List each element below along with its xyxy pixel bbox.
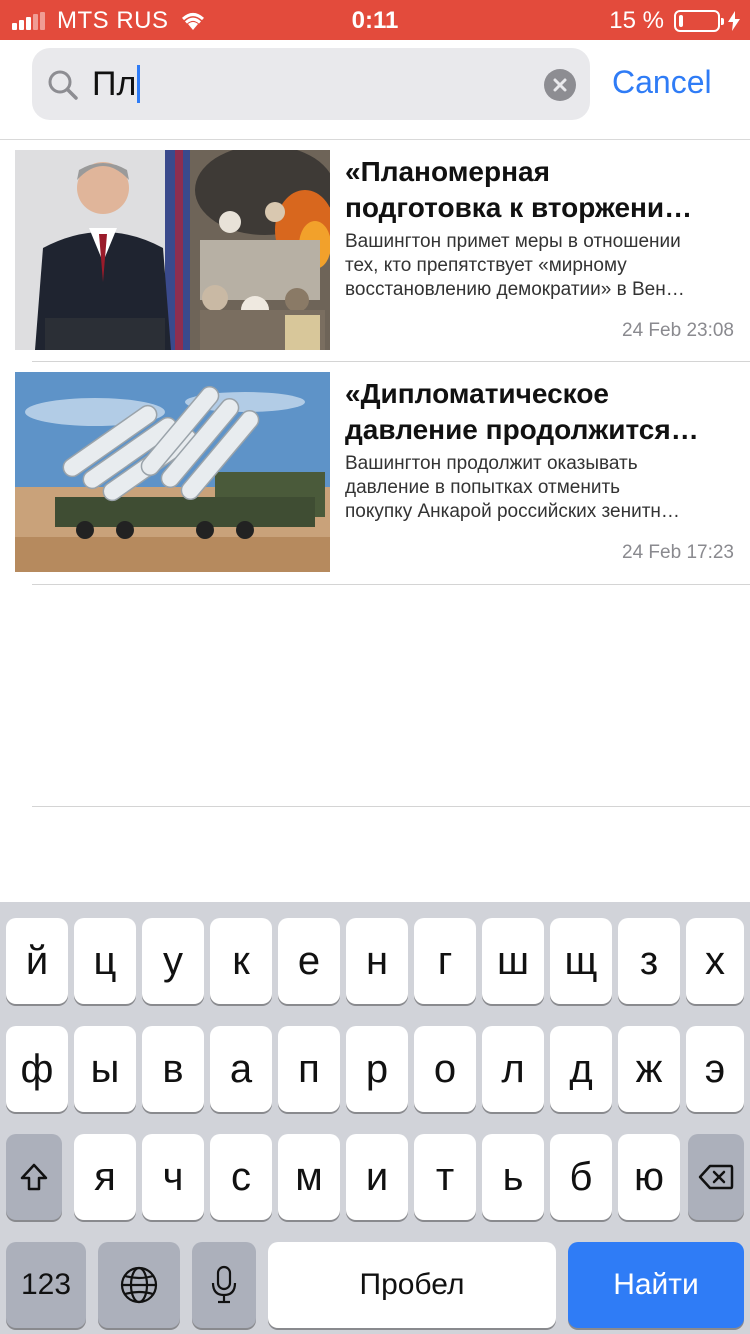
space-key[interactable]: Пробел — [268, 1242, 556, 1328]
key-л[interactable]: л — [482, 1026, 544, 1112]
key-у[interactable]: у — [142, 918, 204, 1004]
news-timestamp: 24 Feb 17:23 — [622, 542, 734, 563]
key-ш[interactable]: ш — [482, 918, 544, 1004]
key-м[interactable]: м — [278, 1134, 340, 1220]
key-к[interactable]: к — [210, 918, 272, 1004]
key-а[interactable]: а — [210, 1026, 272, 1112]
news-description: Вашингтон продолжит оказывать давление в… — [345, 452, 737, 524]
key-я[interactable]: я — [74, 1134, 136, 1220]
news-description-line: восстановлению демократии» в Вен… — [345, 279, 685, 300]
key-ы[interactable]: ы — [74, 1026, 136, 1112]
key-б[interactable]: б — [550, 1134, 612, 1220]
backspace-key[interactable] — [688, 1134, 744, 1220]
key-ь[interactable]: ь — [482, 1134, 544, 1220]
clear-icon — [553, 78, 567, 92]
search-query: Пл — [92, 64, 141, 104]
news-timestamp: 24 Feb 23:08 — [622, 320, 734, 341]
key-э[interactable]: э — [686, 1026, 744, 1112]
search-icon — [48, 70, 78, 100]
news-item[interactable]: «Планомерная подготовка к вторжени… Ваши… — [0, 140, 750, 362]
shift-icon — [20, 1163, 48, 1191]
numbers-key[interactable]: 123 — [6, 1242, 86, 1328]
key-з[interactable]: з — [618, 918, 680, 1004]
key-й[interactable]: й — [6, 918, 68, 1004]
key-д[interactable]: д — [550, 1026, 612, 1112]
key-т[interactable]: т — [414, 1134, 476, 1220]
key-п[interactable]: п — [278, 1026, 340, 1112]
news-description-line: Вашингтон продолжит оказывать — [345, 453, 638, 474]
key-н[interactable]: н — [346, 918, 408, 1004]
dictation-key[interactable] — [192, 1242, 256, 1328]
key-ф[interactable]: ф — [6, 1026, 68, 1112]
backspace-icon — [698, 1164, 734, 1190]
news-title: «Планомерная подготовка к вторжени… — [345, 154, 737, 226]
shift-key[interactable] — [6, 1134, 62, 1220]
news-description: Вашингтон примет меры в отношении тех, к… — [345, 230, 737, 302]
news-title-line: подготовка к вторжени… — [345, 192, 693, 223]
key-г[interactable]: г — [414, 918, 476, 1004]
key-щ[interactable]: щ — [550, 918, 612, 1004]
news-title-line: «Дипломатическое — [345, 378, 609, 409]
globe-key[interactable] — [98, 1242, 180, 1328]
key-р[interactable]: р — [346, 1026, 408, 1112]
text-cursor — [137, 65, 141, 103]
key-ж[interactable]: ж — [618, 1026, 680, 1112]
key-ю[interactable]: ю — [618, 1134, 680, 1220]
news-description-line: тех, кто препятствует «мирному — [345, 255, 627, 276]
news-title-line: давление продолжится… — [345, 414, 699, 445]
search-bar: Пл Cancel — [0, 40, 750, 140]
keyboard: й ц у к е н г ш щ з х ф ы в а п р о л д … — [0, 902, 750, 1334]
key-с[interactable]: с — [210, 1134, 272, 1220]
news-description-line: давление в попытках отменить — [345, 477, 621, 498]
search-go-key[interactable]: Найти — [568, 1242, 744, 1328]
battery-icon — [674, 10, 724, 32]
key-ч[interactable]: ч — [142, 1134, 204, 1220]
news-item[interactable]: «Дипломатическое давление продолжится… В… — [0, 362, 750, 584]
key-о[interactable]: о — [414, 1026, 476, 1112]
news-thumbnail — [15, 150, 330, 350]
search-screen: MTS RUS 0:11 15 % Пл Cancel «Планомерная… — [0, 0, 750, 1334]
battery-percent: 15 % — [609, 7, 664, 34]
clear-button[interactable] — [544, 69, 576, 101]
search-query-text: Пл — [92, 64, 137, 103]
key-ц[interactable]: ц — [74, 918, 136, 1004]
status-right: 15 % — [609, 7, 740, 35]
cancel-button[interactable]: Cancel — [612, 64, 712, 101]
microphone-icon — [211, 1265, 237, 1304]
news-thumbnail — [15, 372, 330, 572]
charging-icon — [728, 11, 740, 31]
news-title-line: «Планомерная — [345, 156, 550, 187]
key-х[interactable]: х — [686, 918, 744, 1004]
globe-icon — [120, 1266, 158, 1304]
divider — [32, 584, 750, 585]
search-input[interactable]: Пл — [32, 48, 590, 120]
divider — [32, 806, 750, 807]
status-bar: MTS RUS 0:11 15 % — [0, 0, 750, 40]
key-и[interactable]: и — [346, 1134, 408, 1220]
key-е[interactable]: е — [278, 918, 340, 1004]
news-title: «Дипломатическое давление продолжится… — [345, 376, 737, 448]
news-description-line: покупку Анкарой российских зенитн… — [345, 501, 680, 522]
news-description-line: Вашингтон примет меры в отношении — [345, 231, 681, 252]
key-в[interactable]: в — [142, 1026, 204, 1112]
